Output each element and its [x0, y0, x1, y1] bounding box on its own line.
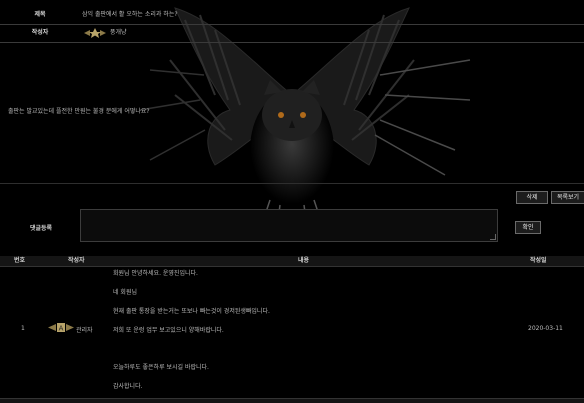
post-title: 삼익 출판에서 활 오하는 소리과 하는?: [82, 11, 178, 18]
header-author: 작성자: [68, 257, 85, 264]
rank-badge-icon: [84, 28, 106, 38]
table-footer-bar: [0, 398, 584, 403]
list-button[interactable]: 목록보기: [551, 191, 584, 204]
admin-badge-icon: A: [48, 323, 74, 333]
header-date: 작성일: [530, 257, 547, 264]
row-author[interactable]: 관리자: [76, 325, 93, 334]
reply-textarea[interactable]: [80, 209, 498, 242]
row-no: 1: [21, 325, 25, 332]
reply-label: 댓글등록: [30, 225, 53, 232]
author-row: 작성자 풍개냥: [0, 24, 584, 43]
comment-line: 현재 출판 통장을 받는거는 또보나 빠는것이 경저된생빠입니다.: [113, 308, 270, 315]
comment-line: 저희 또 운렁 업무 보고있으니 양해바랍니다.: [113, 327, 224, 334]
divider: [0, 183, 584, 184]
author-label: 작성자: [31, 29, 49, 36]
header-no: 번호: [14, 257, 26, 264]
resize-grip-icon[interactable]: [490, 234, 496, 240]
row-date: 2020-03-11: [528, 325, 563, 332]
comment-line: 네 회원님: [113, 289, 137, 296]
title-label: 제목: [34, 11, 46, 18]
author-name[interactable]: 풍개냥: [110, 24, 127, 42]
comment-line: 감사합니다.: [113, 383, 143, 390]
confirm-button[interactable]: 확인: [515, 221, 541, 234]
comment-line: 오늘하루도 좋은하루 보시길 바랍니다.: [113, 364, 209, 371]
post-body: 출판는 발교있는데 플전한 만원는 불경 분에게 어떻나요?: [8, 108, 150, 115]
comments-table-header: 번호 작성자 내용 작성일: [0, 256, 584, 267]
delete-button[interactable]: 삭제: [516, 191, 548, 204]
comment-line: 회원님 안녕하세요. 운영진입니다.: [113, 270, 198, 277]
svg-text:A: A: [59, 325, 64, 333]
header-content: 내용: [298, 257, 310, 264]
title-row: 제목 삼익 출판에서 활 오하는 소리과 하는?: [0, 6, 584, 25]
